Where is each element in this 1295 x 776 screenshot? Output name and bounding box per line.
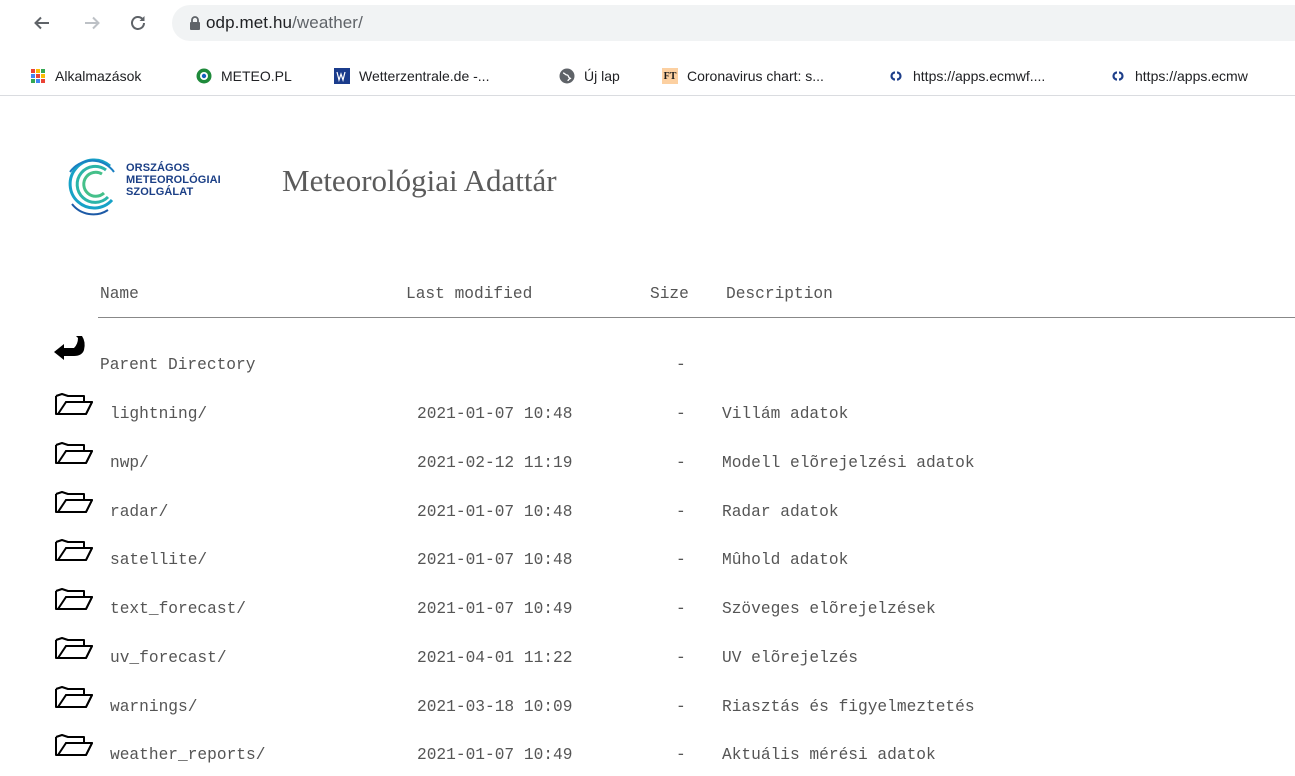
arrow-left-icon (34, 16, 49, 30)
size-cell: - (676, 551, 686, 569)
bookmark-label: Új lap (584, 68, 620, 84)
size-cell: - (676, 454, 686, 472)
folder-icon (55, 588, 93, 610)
modified-cell: 2021-01-07 10:48 (417, 503, 573, 521)
size-cell: - (676, 746, 686, 764)
folder-icon (55, 539, 93, 561)
bookmark-label: Coronavirus chart: s... (687, 68, 824, 84)
modified-cell: 2021-03-18 10:09 (417, 698, 573, 716)
folder-icon (55, 686, 93, 708)
description-cell: Riasztás és figyelmeztetés (722, 698, 975, 716)
description-cell: Aktuális mérési adatok (722, 746, 936, 764)
folder-link[interactable]: radar/ (110, 503, 168, 521)
sort-by-modified-link[interactable]: Last modified (406, 285, 532, 303)
description-cell: Modell elõrejelzési adatok (722, 454, 975, 472)
folder-link[interactable]: warnings/ (110, 698, 197, 716)
bookmark-label: https://apps.ecmwf.... (913, 68, 1046, 84)
modified-cell: 2021-01-07 10:48 (417, 405, 573, 423)
description-cell: Szöveges elõrejelzések (722, 600, 936, 618)
url-text: odp.met.hu/weather/ (206, 13, 363, 33)
globe-icon (559, 68, 575, 84)
arrow-right-icon (85, 16, 100, 30)
browser-toolbar: odp.met.hu/weather/ (0, 0, 1295, 56)
ecmwf-icon (1110, 68, 1126, 84)
folder-icon (55, 442, 93, 464)
back-button[interactable] (28, 9, 56, 37)
size-cell: - (676, 698, 686, 716)
url-path: /weather/ (292, 13, 363, 32)
folder-icon (55, 734, 93, 756)
bookmarks-bar: Alkalmazások METEO.PL Wetterzentrale.de … (0, 56, 1295, 96)
modified-cell: 2021-04-01 11:22 (417, 649, 573, 667)
url-host: odp.met.hu (206, 13, 293, 32)
modified-cell: 2021-01-07 10:49 (417, 600, 573, 618)
size-cell: - (676, 600, 686, 618)
apps-grid-icon (30, 68, 46, 84)
modified-cell: 2021-01-07 10:48 (417, 551, 573, 569)
description-cell: Radar adatok (722, 503, 839, 521)
sort-by-name-link[interactable]: Name (100, 285, 139, 303)
sort-by-description-link[interactable]: Description (726, 285, 833, 303)
bookmark-label: https://apps.ecmw (1135, 68, 1248, 84)
meteo-pl-icon (196, 68, 212, 84)
folder-link[interactable]: nwp/ (110, 454, 149, 472)
bookmark-label: Wetterzentrale.de -... (359, 68, 490, 84)
bookmark-wetterzentrale[interactable]: Wetterzentrale.de -... (334, 66, 489, 86)
bookmark-apps[interactable]: Alkalmazások (30, 66, 141, 86)
folder-link[interactable]: uv_forecast/ (110, 649, 227, 667)
page-title: Meteorológiai Adattár (282, 163, 557, 198)
bookmark-label: Alkalmazások (55, 68, 142, 84)
omsz-logo (68, 158, 115, 216)
description-cell: UV elõrejelzés (722, 649, 858, 667)
wetterzentrale-icon (334, 68, 350, 84)
bookmark-label: METEO.PL (221, 68, 292, 84)
bookmark-ft[interactable]: FT Coronavirus chart: s... (662, 66, 824, 86)
forward-button[interactable] (78, 9, 106, 37)
logo-text: ORSZÁGOS METEOROLÓGIAI SZOLGÁLAT (126, 162, 221, 198)
bookmark-meteo-pl[interactable]: METEO.PL (196, 66, 292, 86)
modified-cell: 2021-01-07 10:49 (417, 746, 573, 764)
bookmark-ecmwf-1[interactable]: https://apps.ecmwf.... (888, 66, 1045, 86)
size-cell: - (676, 503, 686, 521)
description-cell: Mûhold adatok (722, 551, 849, 569)
folder-icon (55, 637, 93, 659)
back-arrow-icon (54, 336, 85, 360)
size-cell: - (676, 405, 686, 423)
logo-line: METEOROLÓGIAI (126, 174, 221, 186)
ft-icon: FT (662, 68, 678, 84)
modified-cell: 2021-02-12 11:19 (417, 454, 573, 472)
description-cell: Villám adatok (722, 405, 849, 423)
bookmark-new-tab[interactable]: Új lap (559, 66, 620, 86)
sort-by-size-link[interactable]: Size (650, 285, 689, 303)
folder-link[interactable]: satellite/ (110, 551, 207, 569)
size-cell: - (676, 649, 686, 667)
size-cell: - (676, 356, 686, 374)
reload-button[interactable] (124, 9, 152, 37)
bookmark-ecmwf-2[interactable]: https://apps.ecmw (1110, 66, 1248, 86)
address-bar[interactable]: odp.met.hu/weather/ (172, 5, 1295, 41)
logo-line: ORSZÁGOS (126, 162, 190, 174)
folder-icon (55, 491, 93, 513)
reload-icon (131, 16, 145, 30)
header-divider (98, 317, 1295, 318)
folder-icon (55, 393, 93, 415)
parent-directory-link[interactable]: Parent Directory (100, 356, 255, 374)
ecmwf-icon (888, 68, 904, 84)
logo-line: SZOLGÁLAT (126, 186, 194, 198)
folder-link[interactable]: text_forecast/ (110, 600, 246, 618)
folder-link[interactable]: weather_reports/ (110, 746, 265, 764)
lock-icon (190, 16, 200, 30)
folder-link[interactable]: lightning/ (110, 405, 207, 423)
